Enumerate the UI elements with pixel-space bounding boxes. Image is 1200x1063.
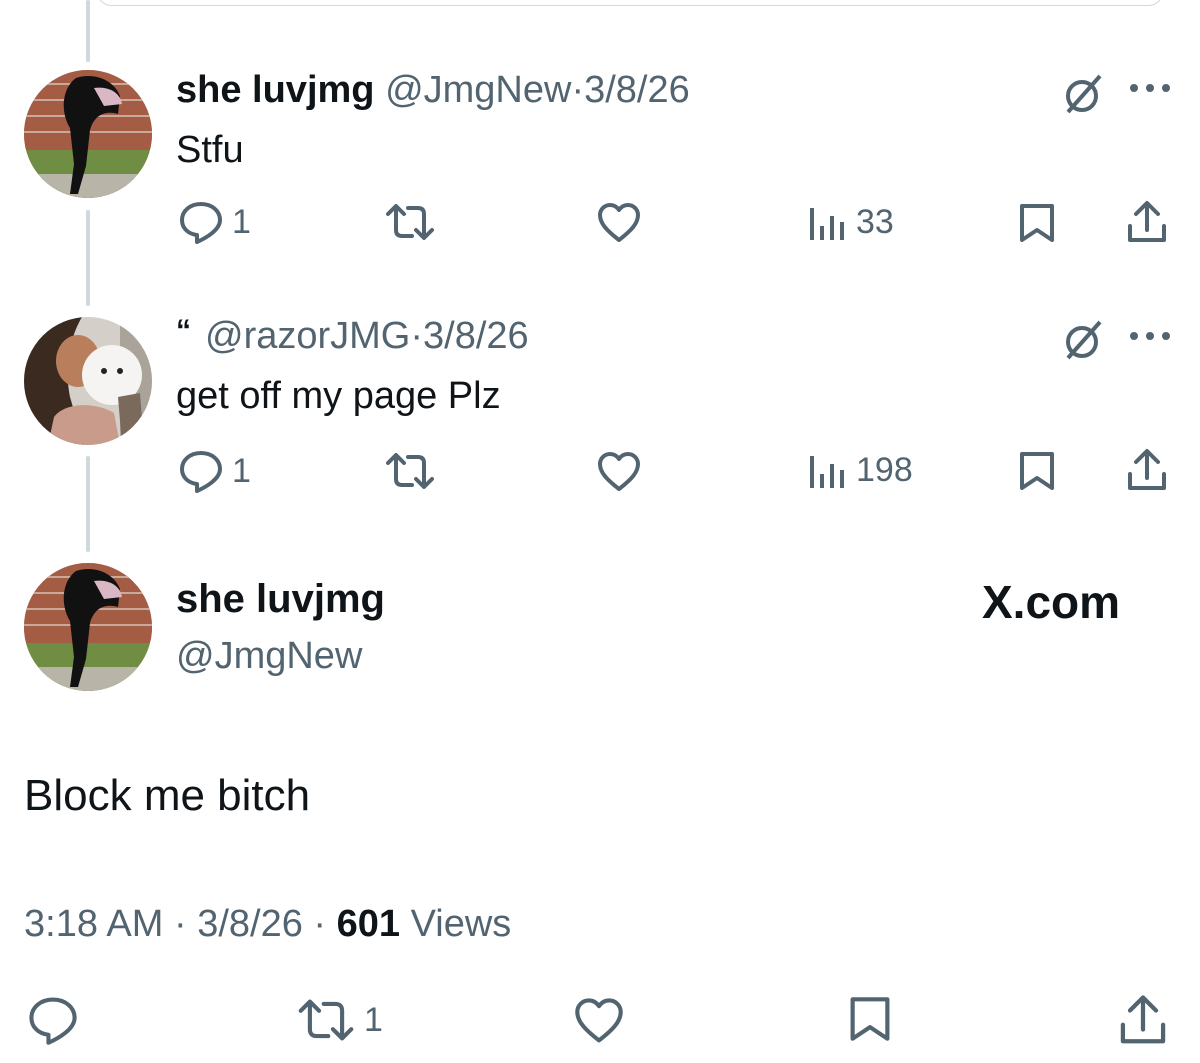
repost-button[interactable] bbox=[384, 451, 444, 491]
views-button[interactable]: 198 bbox=[808, 450, 913, 490]
bookmark-icon bbox=[850, 997, 890, 1041]
post-time[interactable]: 3:18 AM bbox=[24, 903, 163, 945]
tweet-text: Stfu bbox=[176, 129, 244, 171]
repost-arrows-icon bbox=[298, 999, 354, 1041]
heart-icon bbox=[598, 452, 640, 491]
more-icon[interactable] bbox=[1128, 326, 1172, 346]
handle[interactable]: @JmgNew bbox=[385, 69, 571, 111]
post-meta: 3:18 AM · 3/8/26 · 601 Views bbox=[24, 902, 511, 946]
more-icon[interactable] bbox=[1128, 78, 1172, 98]
bookmark-button[interactable] bbox=[1018, 202, 1056, 244]
separator-dot: · bbox=[173, 903, 187, 945]
reply-button[interactable]: 1 bbox=[178, 200, 251, 244]
repost-button[interactable] bbox=[384, 202, 444, 242]
speech-bubble-icon bbox=[29, 997, 77, 1045]
share-upload-icon bbox=[1128, 201, 1166, 242]
share-button[interactable] bbox=[1126, 448, 1168, 492]
avatar[interactable] bbox=[24, 563, 152, 691]
speech-bubble-icon bbox=[180, 202, 222, 244]
tweet-header: she luvjmg @JmgNew·3/8/26 bbox=[176, 68, 690, 112]
repost-button[interactable]: 1 bbox=[296, 997, 383, 1043]
avatar[interactable] bbox=[24, 317, 152, 445]
views-count: 198 bbox=[856, 451, 913, 489]
like-button[interactable] bbox=[572, 997, 634, 1045]
post-text: Block me bitch bbox=[24, 771, 311, 820]
reply-count: 1 bbox=[232, 203, 251, 241]
avatar[interactable] bbox=[24, 70, 152, 198]
handle[interactable]: @JmgNew bbox=[176, 634, 362, 678]
bookmark-icon bbox=[1020, 452, 1054, 490]
post-date[interactable]: 3/8/26 bbox=[197, 903, 303, 945]
post-date[interactable]: 3/8/26 bbox=[584, 69, 690, 111]
like-button[interactable] bbox=[596, 451, 650, 493]
reply-button[interactable] bbox=[26, 995, 88, 1045]
share-upload-icon bbox=[1120, 995, 1166, 1044]
x-brand-text: X.com bbox=[982, 576, 1121, 628]
previous-card-edge bbox=[96, 0, 1164, 6]
views-count[interactable]: 601 bbox=[337, 903, 400, 945]
quote-icon: “ bbox=[176, 314, 191, 347]
views-count: 33 bbox=[856, 203, 894, 241]
heart-icon bbox=[575, 998, 623, 1043]
x-logo: X.com bbox=[982, 576, 1120, 628]
handle[interactable]: @razorJMG bbox=[205, 315, 410, 357]
separator-dot: · bbox=[571, 69, 585, 111]
repost-arrows-icon bbox=[386, 204, 434, 240]
repost-arrows-icon bbox=[386, 453, 434, 489]
reply-count: 1 bbox=[232, 452, 251, 490]
grok-icon[interactable] bbox=[1058, 70, 1106, 118]
bookmark-button[interactable] bbox=[1018, 450, 1056, 492]
views-button[interactable]: 33 bbox=[808, 202, 894, 242]
share-button[interactable] bbox=[1126, 200, 1168, 244]
views-label: Views bbox=[410, 903, 512, 945]
tweet-text: get off my page Plz bbox=[176, 375, 501, 417]
reply-button[interactable]: 1 bbox=[178, 449, 251, 493]
share-upload-icon bbox=[1128, 449, 1166, 490]
thread-line bbox=[86, 210, 90, 306]
thread-line bbox=[86, 0, 90, 62]
bookmark-button[interactable] bbox=[848, 994, 892, 1044]
separator-dot: · bbox=[313, 903, 327, 945]
bookmark-icon bbox=[1020, 204, 1054, 242]
thread-line bbox=[86, 456, 90, 552]
display-name[interactable]: she luvjmg bbox=[176, 576, 385, 622]
heart-icon bbox=[598, 203, 640, 242]
speech-bubble-icon bbox=[180, 451, 222, 493]
bar-chart-icon bbox=[810, 456, 844, 488]
grok-icon[interactable] bbox=[1058, 316, 1106, 364]
tweet-header: “ @razorJMG·3/8/26 bbox=[176, 314, 529, 361]
separator-dot: · bbox=[410, 315, 424, 357]
repost-count: 1 bbox=[364, 1001, 383, 1039]
display-name[interactable]: she luvjmg bbox=[176, 69, 375, 111]
share-button[interactable] bbox=[1118, 994, 1168, 1046]
like-button[interactable] bbox=[596, 202, 650, 244]
bar-chart-icon bbox=[810, 208, 844, 240]
post-date[interactable]: 3/8/26 bbox=[423, 315, 529, 357]
